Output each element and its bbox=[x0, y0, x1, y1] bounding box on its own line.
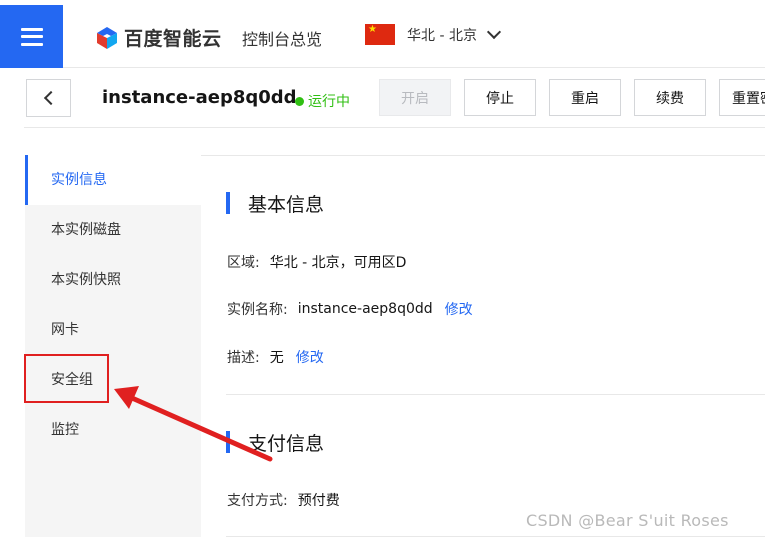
basic-info-title: 基本信息 bbox=[226, 190, 324, 217]
sidebar-item-disks[interactable]: 本实例磁盘 bbox=[25, 205, 201, 255]
region-selector[interactable]: ★ 华北 - 北京 bbox=[365, 24, 502, 45]
status-label: 运行中 bbox=[308, 94, 350, 110]
sidebar-item-instance-info[interactable]: 实例信息 bbox=[25, 155, 201, 205]
logo-cube-icon bbox=[97, 26, 117, 49]
edit-name-link[interactable]: 修改 bbox=[445, 299, 473, 319]
instance-name-field: 实例名称: instance-aep8q0dd 修改 bbox=[227, 299, 473, 319]
chevron-down-icon bbox=[486, 24, 502, 40]
top-navigation-bar: 百度智能云 控制台总览 ★ 华北 - 北京 bbox=[0, 0, 765, 68]
sidebar-item-monitoring[interactable]: 监控 bbox=[25, 405, 201, 455]
status-badge: 运行中 bbox=[295, 91, 350, 111]
console-overview-link[interactable]: 控制台总览 bbox=[242, 26, 322, 50]
description-field-value: 无 bbox=[269, 350, 284, 366]
instance-sidebar: 实例信息 本实例磁盘 本实例快照 网卡 安全组 监控 bbox=[25, 155, 201, 537]
instance-header: instance-aep8q0dd 运行中 开启 停止 重启 续费 重置密 bbox=[24, 70, 765, 128]
menu-icon[interactable] bbox=[0, 5, 63, 68]
restart-button[interactable]: 重启 bbox=[549, 79, 621, 116]
payment-method-label: 支付方式: bbox=[227, 493, 288, 509]
region-field-value: 华北 - 北京，可用区D bbox=[269, 255, 407, 271]
start-button[interactable]: 开启 bbox=[379, 79, 451, 116]
sidebar-item-network-card[interactable]: 网卡 bbox=[25, 305, 201, 355]
back-button[interactable] bbox=[26, 79, 71, 117]
chevron-left-icon bbox=[43, 90, 59, 106]
description-field-label: 描述: bbox=[227, 350, 260, 366]
instance-name-field-value: instance-aep8q0dd bbox=[297, 301, 433, 317]
renew-button[interactable]: 续费 bbox=[634, 79, 706, 116]
payment-method-value: 预付费 bbox=[297, 493, 340, 509]
instance-name-field-label: 实例名称: bbox=[227, 302, 288, 318]
content-divider bbox=[201, 155, 765, 156]
annotation-highlight-box bbox=[24, 354, 109, 403]
reset-password-button[interactable]: 重置密 bbox=[719, 79, 765, 116]
region-label: 华北 - 北京 bbox=[407, 27, 477, 44]
instance-name: instance-aep8q0dd bbox=[102, 87, 297, 108]
watermark: CSDN @Bear S'uit Roses bbox=[526, 511, 729, 530]
payment-method-field: 支付方式: 预付费 bbox=[227, 490, 340, 510]
section-divider bbox=[226, 394, 765, 395]
sidebar-item-snapshots[interactable]: 本实例快照 bbox=[25, 255, 201, 305]
payment-info-title: 支付信息 bbox=[226, 429, 324, 456]
region-field: 区域: 华北 - 北京，可用区D bbox=[227, 252, 406, 272]
region-field-label: 区域: bbox=[227, 255, 260, 271]
stop-button[interactable]: 停止 bbox=[464, 79, 536, 116]
status-dot-icon bbox=[295, 96, 304, 106]
logo-text: 百度智能云 bbox=[124, 28, 222, 50]
description-field: 描述: 无 修改 bbox=[227, 347, 324, 367]
edit-description-link[interactable]: 修改 bbox=[296, 347, 324, 367]
china-flag-icon: ★ bbox=[365, 24, 395, 45]
baidu-cloud-logo[interactable]: 百度智能云 bbox=[95, 24, 222, 51]
